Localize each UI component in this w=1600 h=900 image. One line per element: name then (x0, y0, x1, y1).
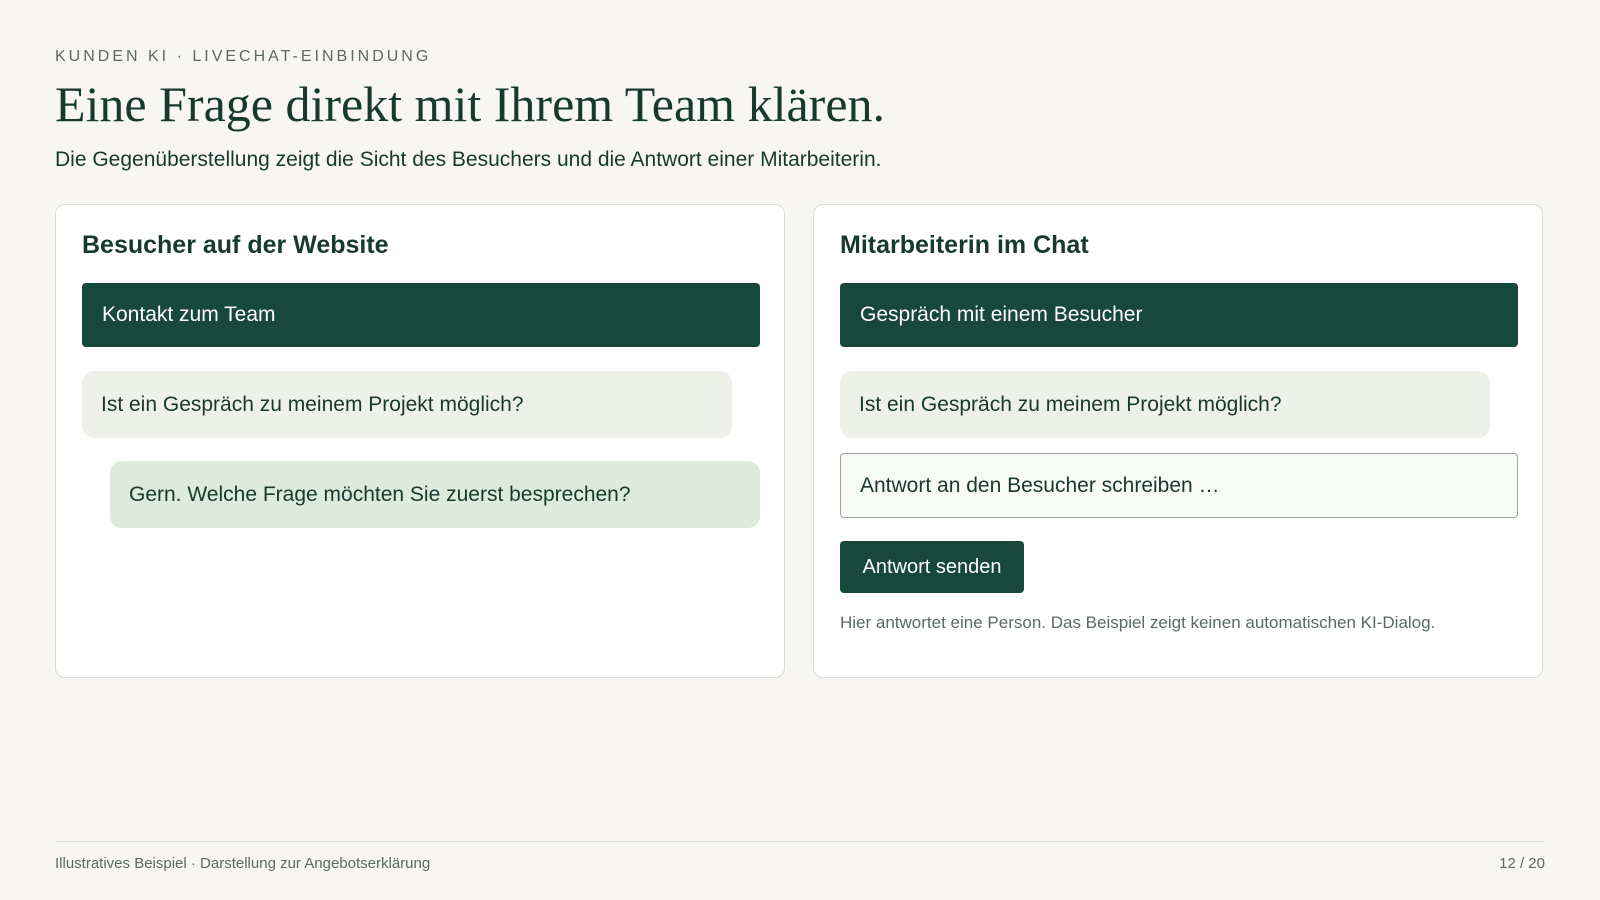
send-reply-button[interactable]: Antwort senden (840, 541, 1024, 593)
human-reply-note: Hier antwortet eine Person. Das Beispiel… (840, 613, 1436, 632)
reply-input[interactable] (840, 453, 1518, 518)
staff-panel: Mitarbeiterin im Chat Gespräch mit einem… (813, 204, 1543, 678)
visitor-panel: Besucher auf der Website Kontakt zum Tea… (55, 204, 785, 678)
page-title: Eine Frage direkt mit Ihrem Team klären. (55, 76, 886, 132)
eyebrow-label: KUNDEN KI · LIVECHAT-EINBINDUNG (55, 48, 432, 65)
conversation-header-bar: Gespräch mit einem Besucher (840, 283, 1518, 347)
staff-reply-bubble: Gern. Welche Frage möchten Sie zuerst be… (110, 461, 760, 528)
staff-panel-title: Mitarbeiterin im Chat (840, 231, 1089, 259)
incoming-message-bubble: Ist ein Gespräch zu meinem Projekt mögli… (840, 371, 1490, 438)
footer-caption: Illustratives Beispiel · Darstellung zur… (55, 855, 431, 872)
contact-team-bar[interactable]: Kontakt zum Team (82, 283, 760, 347)
visitor-panel-title: Besucher auf der Website (82, 231, 389, 259)
page-number: 12 / 20 (1499, 855, 1545, 872)
page-subtitle: Die Gegenüberstellung zeigt die Sicht de… (55, 148, 882, 171)
visitor-message-bubble: Ist ein Gespräch zu meinem Projekt mögli… (82, 371, 732, 438)
footer-divider (55, 841, 1545, 842)
